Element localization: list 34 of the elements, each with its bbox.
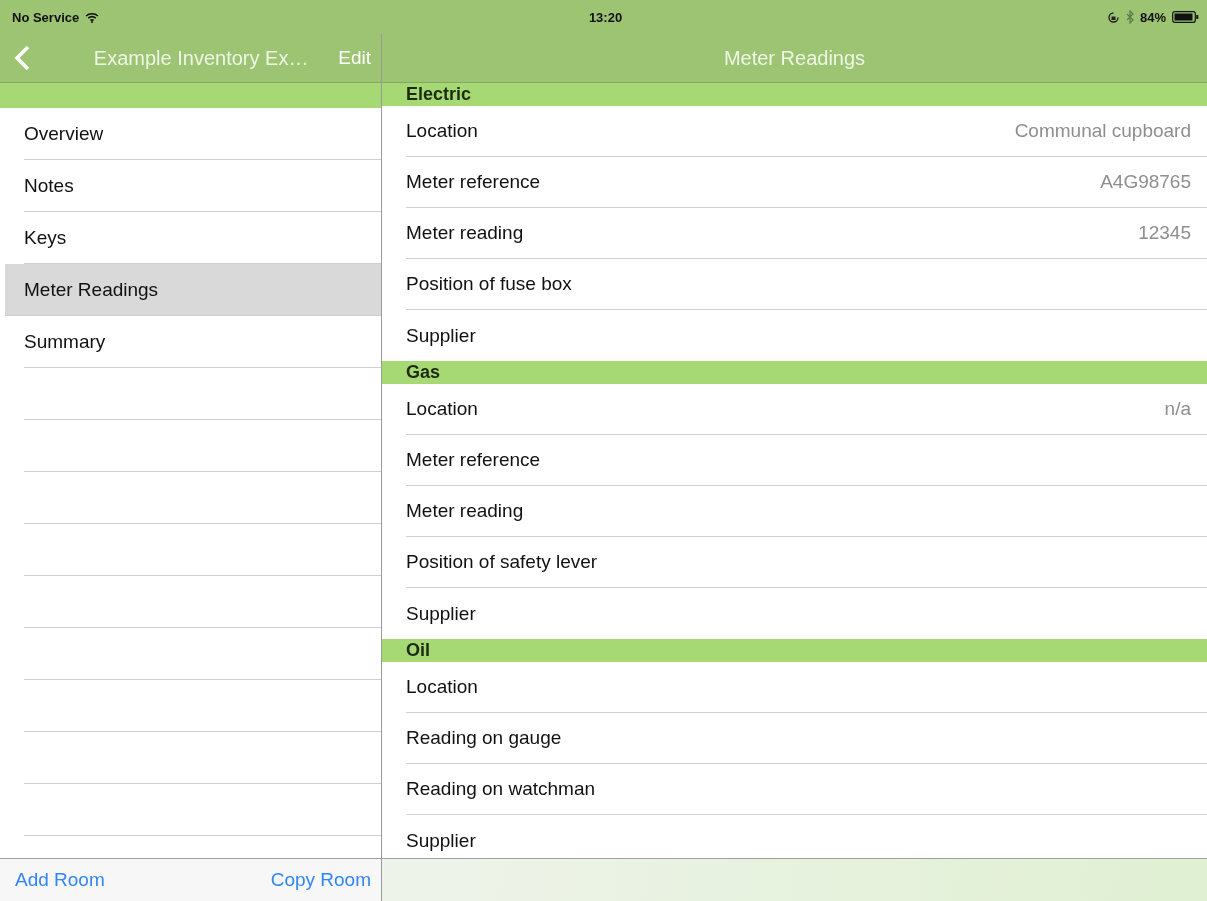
field-label: Meter reading — [406, 222, 524, 244]
field-value: 12345 — [1138, 222, 1191, 244]
field-label: Supplier — [406, 602, 476, 625]
field-label: Position of safety lever — [406, 551, 598, 573]
sidebar-item[interactable]: Summary — [24, 316, 381, 368]
field-label: Reading on watchman — [406, 778, 596, 800]
field-label: Location — [406, 120, 478, 142]
wifi-icon — [85, 11, 100, 23]
section-header: Oil — [382, 639, 1207, 662]
sidebar-item[interactable]: Overview — [24, 108, 381, 160]
field-label: Supplier — [406, 324, 476, 347]
field-label: Position of fuse box — [406, 273, 572, 295]
rotation-lock-icon — [1106, 10, 1120, 24]
field-label: Meter reference — [406, 171, 541, 193]
clock-time: 13:20 — [588, 9, 623, 25]
field-label: Location — [406, 398, 478, 420]
battery-icon — [1172, 11, 1199, 23]
section-header: Electric — [382, 83, 1207, 106]
sidebar-item[interactable]: Meter Readings — [5, 264, 381, 316]
carrier-label: No Service — [12, 9, 80, 25]
field-label: Reading on gauge — [406, 727, 562, 749]
field-value: A4G98765 — [1100, 171, 1191, 193]
field-label: Supplier — [406, 829, 476, 852]
battery-percentage: 84% — [1139, 9, 1166, 25]
field-label: Meter reading — [406, 500, 524, 522]
navigation-title: Meter Readings — [723, 46, 866, 70]
bluetooth-icon — [1125, 10, 1134, 24]
field-value: n/a — [1164, 398, 1191, 420]
navigation-title: Example Inventory Ex… — [92, 46, 310, 70]
section-header: Gas — [382, 361, 1207, 384]
field-value: Communal cupboard — [1014, 120, 1191, 142]
sidebar-item[interactable]: Notes — [24, 160, 381, 212]
field-label: Location — [406, 676, 478, 698]
field-label: Meter reference — [406, 449, 541, 471]
